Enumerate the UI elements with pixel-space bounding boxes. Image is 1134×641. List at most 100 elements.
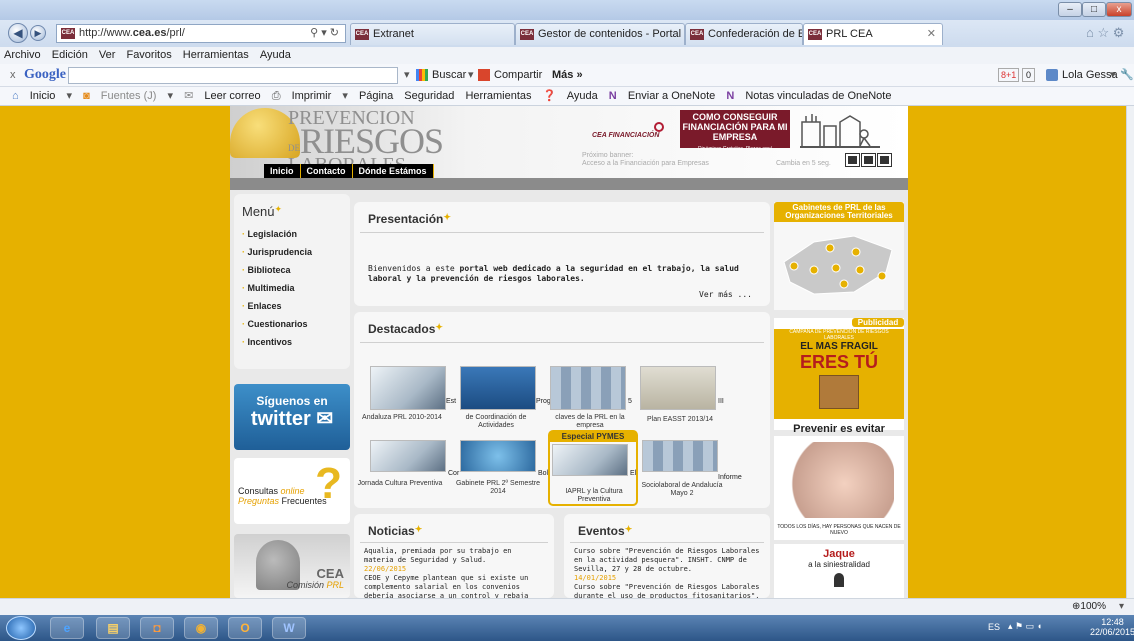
evento-item[interactable]: Curso sobre "Prevención de Riesgos Labor… [574,547,760,574]
sidebar-item-legislacion[interactable]: Legislación [242,227,350,241]
banner-dot-3[interactable] [877,153,892,167]
banner-dot-2[interactable] [861,153,876,167]
close-window-button[interactable]: x [1106,2,1132,17]
address-bar[interactable]: CEA http://www.cea.es/prl/ ⚲ ▾ ↻ [56,24,346,43]
nacen-de-nuevo-banner[interactable]: TODOS LOS DÍAS, HAY PERSONAS QUE NACEN D… [774,436,904,540]
menu-archivo[interactable]: Archivo [4,49,41,61]
menu-favoritos[interactable]: Favoritos [126,49,171,61]
tab-gestor[interactable]: CEA Gestor de contenidos - Portal ... [515,23,685,45]
taskbar-word-icon[interactable]: W [272,617,306,639]
destacado-side-6: Bol [538,470,549,477]
taskbar-ie-icon[interactable]: e [50,617,84,639]
destacado-caption-4[interactable]: Plan EASST 2013/14 [636,416,724,424]
destacado-caption-1[interactable]: Andaluza PRL 2010-2014 [358,414,446,422]
destacado-caption-5[interactable]: Jornada Cultura Preventiva [356,480,444,488]
clock-time: 12:48 [1101,617,1124,627]
sidebar-item-multimedia[interactable]: Multimedia [242,281,350,295]
destacado-caption-3[interactable]: claves de la PRL en la empresa [546,414,634,430]
back-button[interactable]: ◀ [8,23,28,43]
google-plus-button[interactable]: 8+1 [998,68,1020,82]
sidebar-item-enlaces[interactable]: Enlaces [242,299,350,313]
zoom-level[interactable]: 100% [1080,601,1106,612]
tray-icons[interactable]: ▴ ⚑ ▭ ◖ [1008,621,1042,632]
home-icon[interactable]: ⌂ [12,90,19,102]
cmd-imprimir[interactable]: Imprimir [292,90,332,102]
cmd-herramientas[interactable]: Herramientas [465,90,531,102]
start-button[interactable] [6,616,36,640]
destacado-thumb-8[interactable] [642,440,718,472]
destacado-thumb-5[interactable] [370,440,446,472]
sidebar-item-biblioteca[interactable]: Biblioteca [242,263,350,277]
noticia-item[interactable]: CEOE y Cepyme plantean que si existe un … [364,574,544,598]
nav-contacto[interactable]: Contacto [301,164,353,178]
banner-dot-1[interactable] [845,153,860,167]
cmd-enviar-onenote[interactable]: Enviar a OneNote [628,90,715,102]
dropdown-icon[interactable]: ▾ [404,64,410,86]
menu-ver[interactable]: Ver [99,49,116,61]
comision-prl-banner[interactable]: CEA Comisión PRL [234,534,350,598]
destacado-thumb-3[interactable] [550,366,626,410]
clock[interactable]: 12:48 22/06/2015 [1090,617,1134,637]
cmd-fuentes[interactable]: Fuentes (J) [101,90,157,102]
home-star-gear-icons[interactable]: ⌂ ☆ ⚙ [1086,25,1124,41]
twitter-banner[interactable]: Síguenos en twitter ✉ [234,384,350,450]
tab-confederacion[interactable]: CEA Confederación de Empresarios... [685,23,803,45]
menu-edicion[interactable]: Edición [52,49,88,61]
gabinetes-box[interactable]: Gabinetes de PRL de las Organizaciones T… [774,202,904,310]
cmd-leer-correo[interactable]: Leer correo [204,90,260,102]
cmd-pagina[interactable]: Página [359,90,393,102]
destacado-caption-2[interactable]: de Coordinación de Actividades [452,414,540,430]
compartir-button[interactable]: Compartir [494,64,542,86]
google-search-input[interactable] [68,67,398,84]
consultas-banner[interactable]: ? Consultas online Preguntas Frecuentes [234,458,350,524]
cmd-imprimir-dropdown-icon[interactable]: ▾ [342,90,348,102]
maximize-button[interactable]: □ [1082,2,1106,17]
jaque-banner[interactable]: Jaque a la siniestralidad [774,544,904,598]
tab-close-icon[interactable]: ✕ [927,24,936,44]
taskbar-explorer-icon[interactable]: ▤ [96,617,130,639]
wrench-icon[interactable]: 🔧 [1120,64,1134,86]
destacado-caption-6[interactable]: Gabinete PRL 2º Semestre 2014 [454,480,542,496]
mas-button[interactable]: Más » [552,64,583,86]
cmd-fuentes-dropdown-icon[interactable]: ▾ [167,90,173,102]
tab-prl-cea[interactable]: CEA PRL CEA ✕ [803,23,943,45]
destacado-thumb-2[interactable] [460,366,536,410]
destacado-thumb-1[interactable] [370,366,446,410]
nav-inicio[interactable]: Inicio [264,164,301,178]
cmd-seguridad[interactable]: Seguridad [404,90,454,102]
minimize-button[interactable]: – [1058,2,1082,17]
nav-donde-estamos[interactable]: Dónde Estámos [353,164,434,178]
destacado-thumb-4[interactable] [640,366,716,410]
buscar-button[interactable]: Buscar [432,64,466,86]
sidebar-item-cuestionarios[interactable]: Cuestionarios [242,317,350,331]
financiacion-ad-banner[interactable]: COMO CONSEGUIR FINANCIACIÓN PARA MI EMPR… [680,110,790,152]
cmd-inicio[interactable]: Inicio [30,90,56,102]
forward-button[interactable]: ▶ [30,25,46,41]
taskbar-chrome-icon[interactable]: ◉ [184,617,218,639]
cmd-ayuda[interactable]: Ayuda [567,90,598,102]
evento-item[interactable]: Curso sobre "Prevención de Riesgos Labor… [574,583,760,598]
toolbar-close-icon[interactable]: x [10,64,16,86]
vertical-scrollbar[interactable] [1126,106,1134,598]
publicidad-box[interactable]: Publicidad CAMPAÑA DE PREVENCIÓN DE RIES… [774,318,904,435]
taskbar-media-icon[interactable]: ◘ [140,617,174,639]
language-indicator[interactable]: ES [988,622,1000,632]
destacado-thumb-6[interactable] [460,440,536,472]
menu-herramientas[interactable]: Herramientas [183,49,249,61]
sidebar-item-jurisprudencia[interactable]: Jurisprudencia [242,245,350,259]
destacado-caption-8[interactable]: Sociolaboral de Andalucía Mayo 2 [638,482,726,498]
user-dropdown-icon[interactable]: ▾ [1110,64,1116,86]
cmd-notas-onenote[interactable]: Notas vinculadas de OneNote [745,90,891,102]
destacado-caption-7[interactable]: IAPRL y la Cultura Preventiva [550,488,638,504]
menu-ayuda[interactable]: Ayuda [260,49,291,61]
taskbar-outlook-icon[interactable]: O [228,617,262,639]
zoom-dropdown-icon[interactable]: ▾ [1119,601,1124,612]
buscar-dropdown-icon[interactable]: ▾ [468,64,474,86]
ver-mas-link[interactable]: Ver más ... [699,290,752,299]
noticia-item[interactable]: Aqualia, premiada por su trabajo en mate… [364,547,544,565]
cmd-inicio-dropdown-icon[interactable]: ▾ [66,90,72,102]
destacado-thumb-7[interactable] [552,444,628,476]
search-refresh-icon[interactable]: ⚲ ▾ ↻ [310,25,339,42]
tab-extranet[interactable]: CEA Extranet [350,23,515,45]
sidebar-item-incentivos[interactable]: Incentivos [242,335,350,349]
